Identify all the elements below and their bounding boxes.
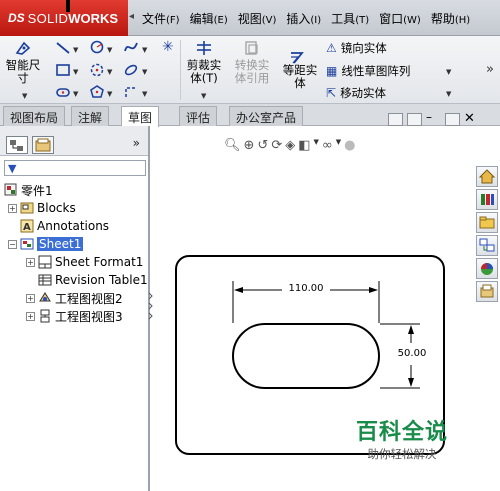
watermark: 百科全说 助你轻松解决: [356, 414, 448, 462]
dim-arrow-left: [234, 287, 243, 293]
watermark-title: 百科全说: [356, 420, 449, 445]
dimension-110[interactable]: 110.00: [283, 283, 329, 294]
dim-arrow-bottom: [408, 378, 414, 387]
slot-outline: [232, 323, 380, 389]
watermark-subtitle: 助你轻松解决: [367, 447, 437, 461]
dimension-50[interactable]: 50.00: [395, 348, 429, 359]
dim-arrow-right: [369, 287, 378, 293]
dim-arrow-top: [408, 325, 414, 334]
